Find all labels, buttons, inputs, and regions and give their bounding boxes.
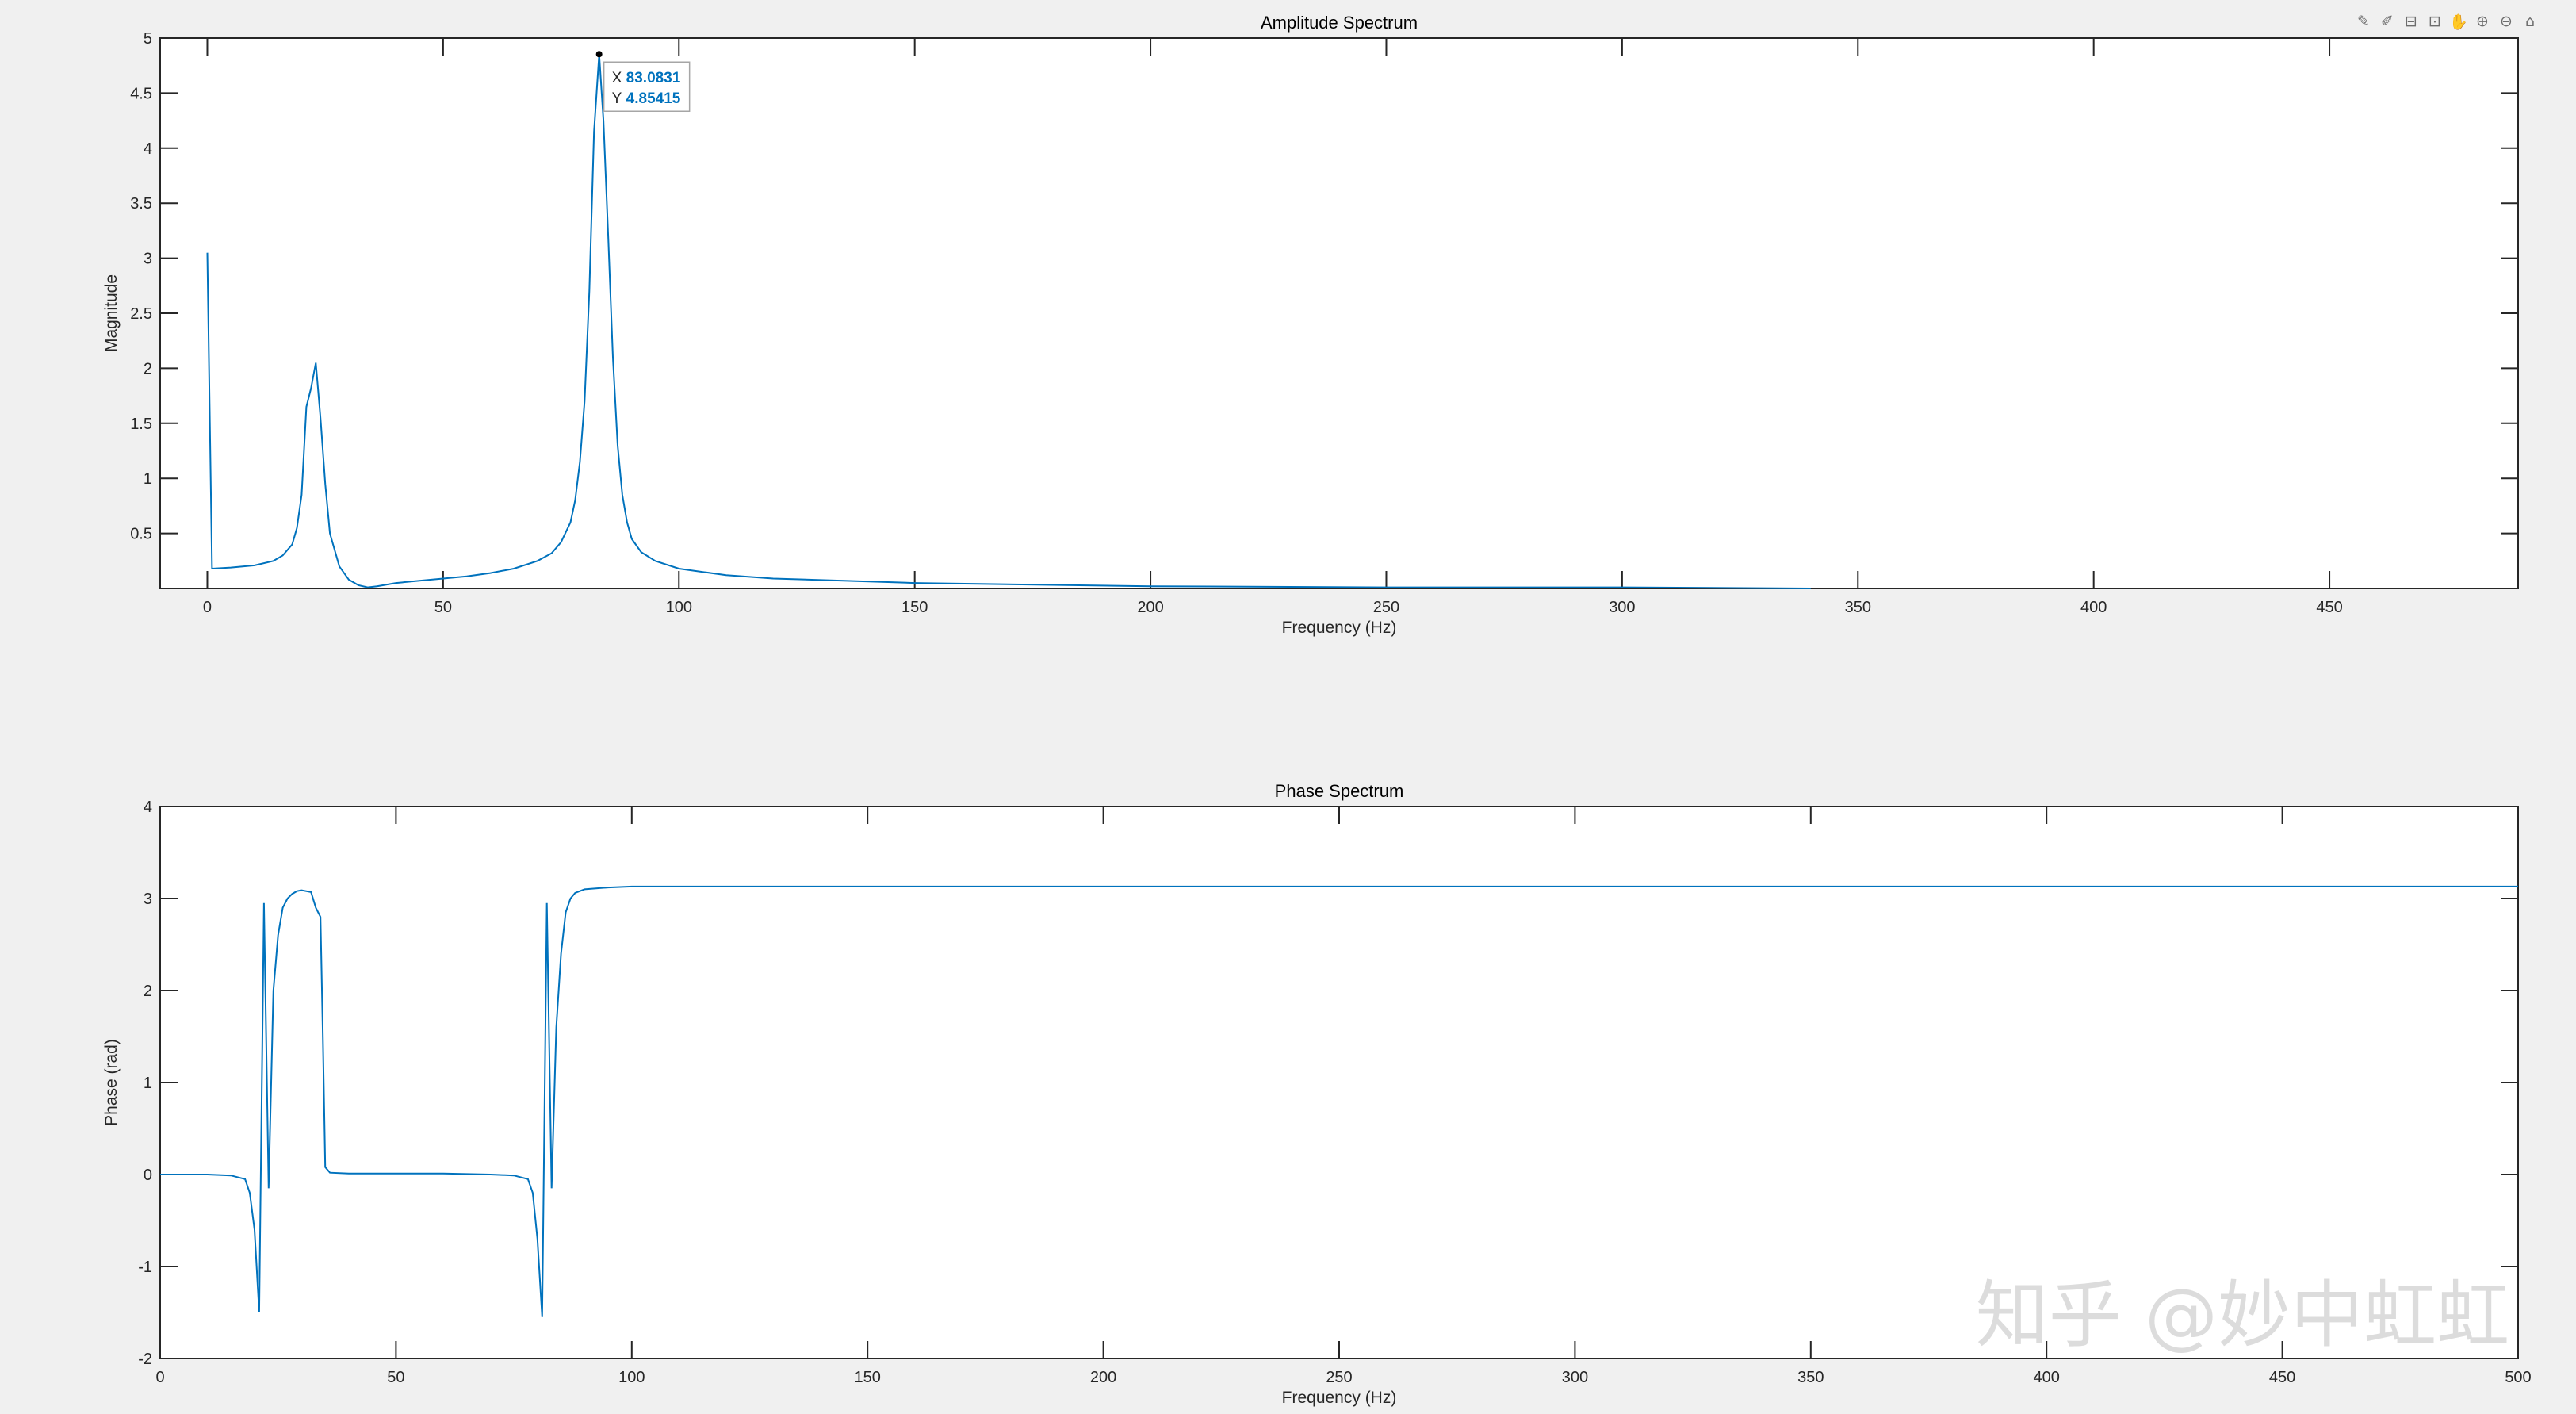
y-tick-label: 3 (144, 891, 152, 908)
y-tick-label: -2 (138, 1351, 152, 1368)
y-tick-label: 1 (144, 470, 152, 488)
y-tick-label: 0.5 (130, 526, 152, 543)
home-icon[interactable]: ⌂ (2520, 11, 2540, 32)
x-tick-label: 500 (2505, 1369, 2531, 1386)
y-tick-label: 2 (144, 983, 152, 1000)
y-tick-label: 4.5 (130, 85, 152, 102)
x-tick-label: 250 (1373, 599, 1399, 616)
phase-axes[interactable]: Phase Spectrum Frequency (Hz) Phase (rad… (102, 781, 2532, 1407)
x-tick-label: 50 (387, 1369, 404, 1386)
x-tick-label: 350 (1845, 599, 1871, 616)
x-tick-label: 50 (434, 599, 452, 616)
export-icon[interactable]: ✎ (2353, 11, 2374, 32)
y-tick-label: 3.5 (130, 195, 152, 213)
y-tick-label: 2 (144, 360, 152, 377)
datatip[interactable]: X 83.0831 Y 4.85415 (603, 61, 691, 112)
y-tick-label: 4 (144, 799, 152, 816)
x-tick-label: 450 (2269, 1369, 2295, 1386)
x-tick-label: 0 (203, 599, 212, 616)
y-tick-label: 4 (144, 140, 152, 158)
y-tick-label: 0 (144, 1167, 152, 1184)
figure-canvas: Amplitude Spectrum Frequency (Hz) Magnit… (102, 13, 2532, 1407)
x-tick-label: 400 (2034, 1369, 2060, 1386)
datatip-x-key: X (612, 70, 622, 86)
amplitude-x-axis-label: Frequency (Hz) (1282, 619, 1397, 637)
x-tick-label: 200 (1137, 599, 1163, 616)
amplitude-plot-area[interactable] (159, 37, 2519, 589)
datatip-marker[interactable] (595, 51, 603, 58)
x-tick-label: 350 (1797, 1369, 1824, 1386)
y-tick-label: 1.5 (130, 416, 152, 433)
amplitude-axes[interactable]: Amplitude Spectrum Frequency (Hz) Magnit… (102, 13, 2519, 637)
datatip-y-key: Y (612, 90, 622, 107)
x-tick-label: 150 (901, 599, 928, 616)
y-tick-label: 5 (144, 30, 152, 48)
amplitude-y-axis-label: Magnitude (102, 274, 121, 352)
datatip-y-value: 4.85415 (626, 90, 681, 107)
pan-icon[interactable]: ✋ (2448, 11, 2469, 32)
x-tick-label: 200 (1090, 1369, 1116, 1386)
watermark: 知乎 @妙中虹虹 (1976, 1273, 2509, 1358)
x-tick-label: 300 (1562, 1369, 1588, 1386)
y-tick-label: 3 (144, 251, 152, 268)
x-tick-label: 150 (855, 1369, 881, 1386)
x-tick-label: 300 (1609, 599, 1635, 616)
x-tick-label: 0 (155, 1369, 164, 1386)
y-tick-label: -1 (138, 1259, 152, 1276)
x-tick-label: 450 (2316, 599, 2342, 616)
rotate-icon[interactable]: ⊡ (2425, 11, 2445, 32)
phase-title: Phase Spectrum (1275, 781, 1404, 801)
x-tick-label: 100 (666, 599, 692, 616)
x-tick-label: 100 (618, 1369, 645, 1386)
datatip-x-value: 83.0831 (626, 70, 681, 86)
datatip-icon[interactable]: ⊟ (2401, 11, 2421, 32)
y-tick-label: 1 (144, 1075, 152, 1092)
axes-toolbar: ✎ ✐ ⊟ ⊡ ✋ ⊕ ⊖ ⌂ (2353, 11, 2540, 32)
zoom-out-icon[interactable]: ⊖ (2496, 11, 2517, 32)
brush-icon[interactable]: ✐ (2377, 11, 2398, 32)
amplitude-title: Amplitude Spectrum (1261, 13, 1418, 33)
phase-y-axis-label: Phase (rad) (102, 1039, 121, 1126)
y-tick-label: 2.5 (130, 305, 152, 323)
x-tick-label: 250 (1326, 1369, 1352, 1386)
phase-x-axis-label: Frequency (Hz) (1282, 1389, 1397, 1407)
x-tick-label: 400 (2080, 599, 2107, 616)
zoom-in-icon[interactable]: ⊕ (2472, 11, 2493, 32)
